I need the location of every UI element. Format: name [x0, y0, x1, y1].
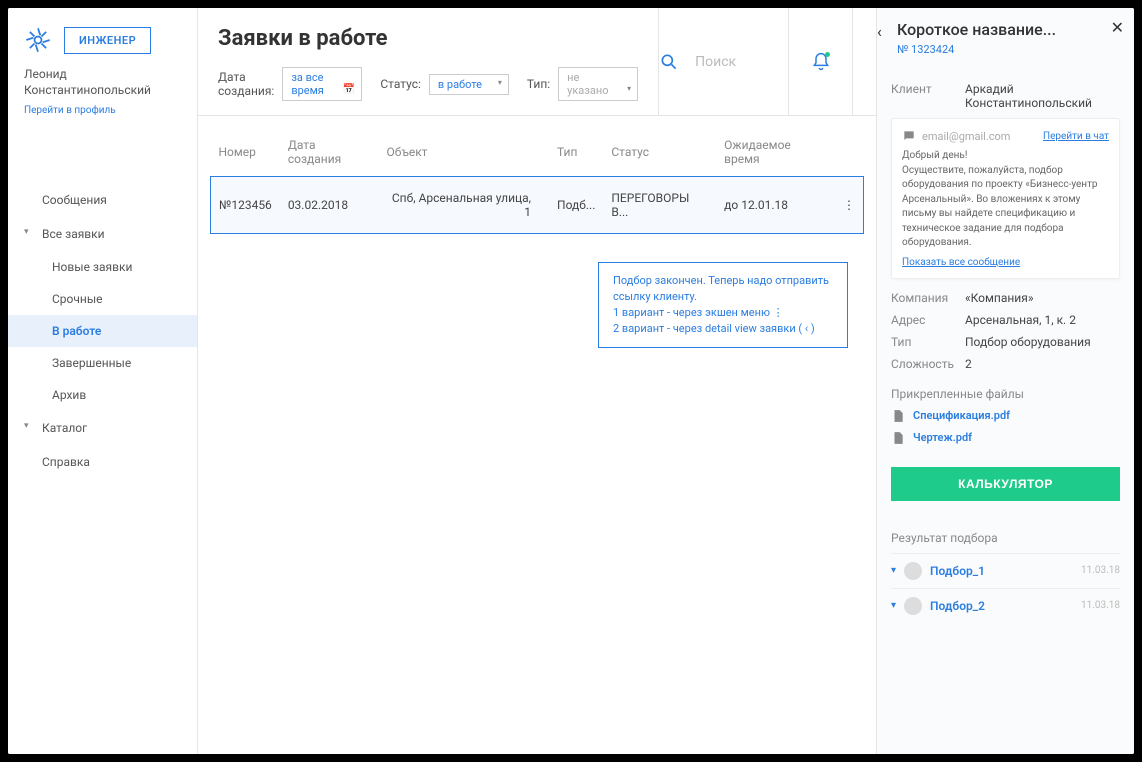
user-name: Леонид Константинопольский: [24, 66, 181, 98]
chevron-down-icon: ▾: [891, 600, 896, 611]
nav-help[interactable]: Справка: [8, 445, 197, 479]
company-value: «Компания»: [965, 291, 1120, 305]
filter-type-select[interactable]: не указано: [558, 67, 638, 101]
role-badge: ИНЖЕНЕР: [64, 27, 151, 54]
difficulty-label: Сложность: [891, 357, 965, 371]
type-value: Подбор оборудования: [965, 335, 1120, 349]
message-greeting: Добрый день!: [902, 149, 1109, 164]
table-row[interactable]: №123456 03.02.2018 Спб, Арсенальная улиц…: [211, 177, 864, 234]
cell-number: №123456: [211, 177, 280, 234]
file-icon: [891, 409, 905, 423]
nav-urgent[interactable]: Срочные: [8, 283, 197, 315]
nav-completed[interactable]: Завершенные: [8, 347, 197, 379]
close-button[interactable]: ✕: [1111, 18, 1124, 37]
col-number[interactable]: Номер: [211, 128, 280, 177]
difficulty-value: 2: [965, 357, 1120, 371]
chevron-down-icon: ▾: [891, 565, 896, 576]
address-label: Адрес: [891, 313, 965, 327]
col-status[interactable]: Статус: [603, 128, 716, 177]
goto-chat-link[interactable]: Перейти в чат: [1043, 131, 1109, 142]
hint-tooltip: Подбор закончен. Теперь надо отправить с…: [598, 262, 848, 348]
notifications-button[interactable]: [788, 8, 852, 115]
nav-messages[interactable]: Сообщения: [8, 183, 197, 217]
files-section-title: Прикрепленные файлы: [891, 387, 1120, 401]
nav-all-requests[interactable]: Все заявки: [8, 217, 197, 251]
col-type[interactable]: Тип: [549, 128, 603, 177]
filter-created-select[interactable]: за все время📅: [282, 67, 362, 101]
results-section-title: Результат подбора: [891, 531, 1120, 545]
profile-link[interactable]: Перейти в профиль: [24, 105, 116, 116]
sidebar: ИНЖЕНЕР Леонид Константинопольский Перей…: [8, 8, 198, 754]
cell-expected: до 12.01.18: [716, 177, 835, 234]
detail-panel: ‹ ✕ Короткое название... № 1323424 Клиен…: [876, 8, 1134, 754]
back-button[interactable]: ‹: [877, 22, 882, 41]
message-card: email@gmail.com Перейти в чат Добрый ден…: [891, 118, 1120, 279]
file-item[interactable]: Чертеж.pdf: [891, 431, 1120, 445]
logo-icon: [24, 26, 52, 54]
cell-date: 03.02.2018: [280, 177, 379, 234]
filter-status-label: Статус:: [380, 77, 421, 91]
result-item[interactable]: ▾ Подбор_2 11.03.18: [891, 588, 1120, 623]
nav-archive[interactable]: Архив: [8, 379, 197, 411]
file-icon: [891, 431, 905, 445]
message-email: email@gmail.com: [922, 130, 1037, 143]
avatar: [904, 597, 922, 615]
chat-icon: [902, 129, 916, 143]
cell-status[interactable]: ПЕРЕГОВОРЫ В...: [603, 177, 716, 234]
col-expected[interactable]: Ожидаемое время: [716, 128, 835, 177]
filter-status-select[interactable]: в работе: [429, 74, 509, 95]
filter-type-label: Тип:: [527, 77, 550, 91]
col-object[interactable]: Объект: [378, 128, 549, 177]
search-placeholder: Поиск: [679, 54, 788, 70]
calendar-icon: 📅: [343, 84, 355, 95]
search-icon: [659, 52, 679, 72]
result-item[interactable]: ▾ Подбор_1 11.03.18: [891, 553, 1120, 588]
requests-table: Номер Дата создания Объект Тип Статус Ож…: [210, 128, 864, 234]
detail-title: Короткое название...: [891, 20, 1120, 39]
page-title: Заявки в работе: [218, 26, 638, 51]
client-label: Клиент: [891, 82, 965, 110]
cell-object: Спб, Арсенальная улица, 1: [378, 177, 549, 234]
nav-new-requests[interactable]: Новые заявки: [8, 251, 197, 283]
message-body: Осуществите, пожалуйста, подбор оборудов…: [902, 164, 1109, 251]
filter-created-label: Дата создания:: [218, 70, 274, 98]
calculator-button[interactable]: КАЛЬКУЛЯТОР: [891, 467, 1120, 501]
file-item[interactable]: Спецификация.pdf: [891, 409, 1120, 423]
client-value: Аркадий Константинопольский: [965, 82, 1120, 110]
type-label: Тип: [891, 335, 965, 349]
avatar: [904, 562, 922, 580]
show-full-message-link[interactable]: Показать все сообщение: [902, 257, 1020, 268]
cell-type: Подб...: [549, 177, 603, 234]
nav-in-work[interactable]: В работе: [8, 315, 197, 347]
nav-catalog[interactable]: Каталог: [8, 411, 197, 445]
search-box[interactable]: Поиск: [658, 8, 788, 115]
detail-number: № 1323424: [891, 43, 1120, 56]
company-label: Компания: [891, 291, 965, 305]
col-date[interactable]: Дата создания: [280, 128, 379, 177]
row-actions-button[interactable]: ⋮: [835, 177, 864, 234]
address-value: Арсенальная, 1, к. 2: [965, 313, 1120, 327]
